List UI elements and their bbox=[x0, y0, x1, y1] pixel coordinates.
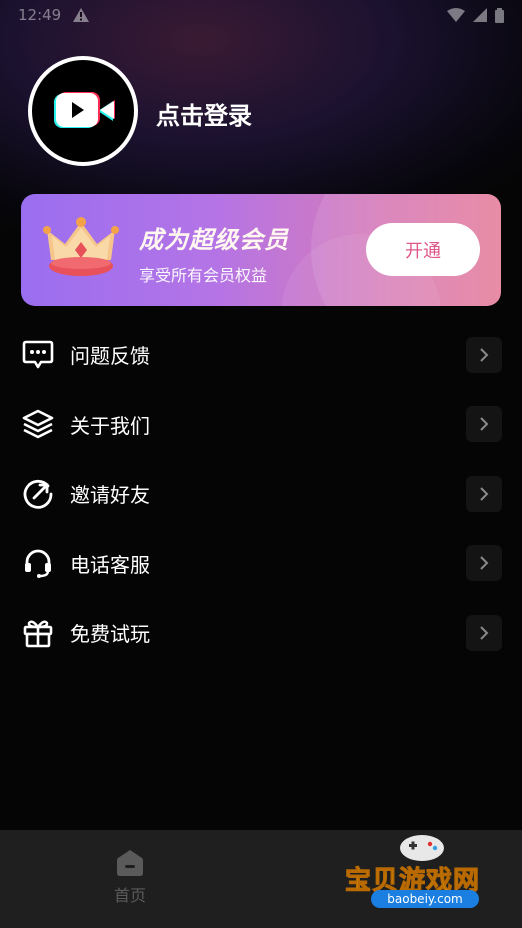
menu-label: 问题反馈 bbox=[70, 344, 150, 369]
chevron-right-icon bbox=[466, 406, 502, 443]
warning-icon bbox=[73, 8, 90, 22]
battery-icon bbox=[495, 7, 504, 23]
status-time: 12:49 bbox=[18, 6, 62, 24]
menu-item-phone-support[interactable]: 电话客服 bbox=[0, 529, 522, 599]
vip-title: 成为超级会员 bbox=[139, 226, 289, 254]
menu-label: 免费试玩 bbox=[70, 622, 150, 647]
menu-item-about[interactable]: 关于我们 bbox=[0, 390, 522, 460]
home-icon bbox=[117, 850, 143, 876]
chevron-right-icon bbox=[466, 336, 502, 373]
settings-menu: 问题反馈 关于我们 邀请好友 电话客服 免费试玩 bbox=[0, 320, 522, 668]
menu-label: 关于我们 bbox=[70, 413, 150, 438]
open-vip-button[interactable]: 开通 bbox=[366, 223, 480, 276]
headset-icon bbox=[21, 546, 55, 580]
vip-subtitle: 享受所有会员权益 bbox=[139, 266, 268, 285]
gift-icon bbox=[21, 616, 55, 650]
login-link[interactable]: 点击登录 bbox=[156, 96, 252, 131]
watermark-logo: 宝贝游戏网 baobeiy.com bbox=[344, 832, 505, 924]
video-camera-icon bbox=[54, 92, 115, 128]
layers-icon bbox=[21, 407, 55, 441]
nav-home-label: 首页 bbox=[113, 886, 146, 905]
chevron-right-icon bbox=[466, 475, 502, 512]
chevron-right-icon bbox=[466, 614, 502, 651]
avatar[interactable] bbox=[28, 56, 138, 166]
feedback-icon bbox=[21, 338, 55, 372]
menu-item-free-trial[interactable]: 免费试玩 bbox=[0, 598, 522, 668]
crown-icon bbox=[43, 217, 119, 276]
nav-tab-home[interactable]: 首页 bbox=[100, 848, 160, 906]
signal-icon bbox=[473, 8, 487, 22]
chevron-right-icon bbox=[466, 545, 502, 582]
watermark-url: baobeiy.com bbox=[371, 890, 479, 908]
invite-icon bbox=[21, 477, 55, 511]
menu-item-invite[interactable]: 邀请好友 bbox=[0, 459, 522, 529]
vip-banner[interactable]: 成为超级会员 享受所有会员权益 开通 bbox=[21, 194, 501, 306]
menu-label: 电话客服 bbox=[70, 552, 150, 577]
menu-label: 邀请好友 bbox=[70, 483, 150, 508]
gamepad-icon bbox=[400, 835, 444, 861]
menu-item-feedback[interactable]: 问题反馈 bbox=[0, 320, 522, 390]
status-bar: 12:49 bbox=[0, 0, 522, 30]
wifi-icon bbox=[447, 8, 465, 22]
